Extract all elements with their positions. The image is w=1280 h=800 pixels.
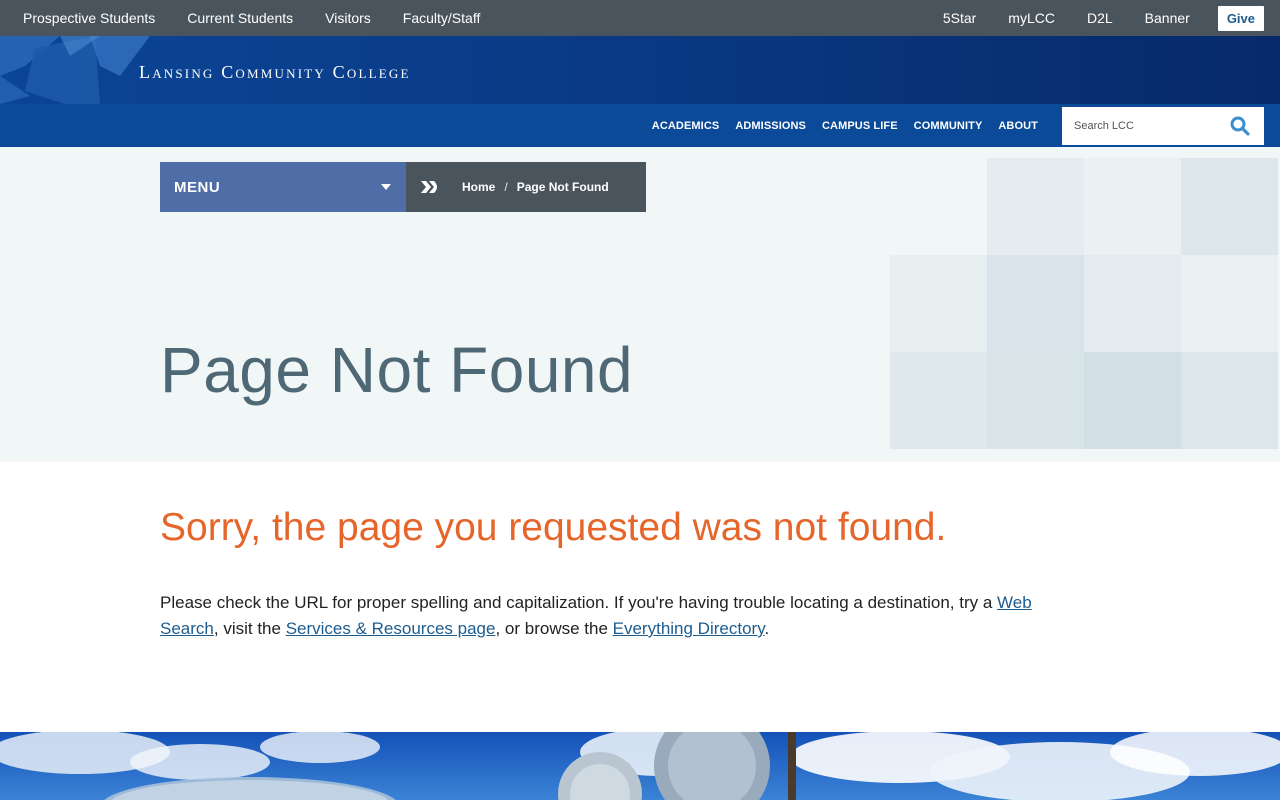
nav-academics[interactable]: ACADEMICS [652, 120, 720, 132]
audience-links: Prospective Students Current Students Vi… [0, 10, 512, 26]
message-text: , or browse the [495, 619, 613, 638]
link-banner[interactable]: Banner [1145, 10, 1190, 26]
menu-button[interactable]: MENU [160, 162, 406, 212]
hero-section: MENU Home / Page Not Found Page Not Foun… [0, 147, 1280, 462]
college-name[interactable]: Lansing Community College [139, 62, 411, 83]
breadcrumb-current: Page Not Found [516, 180, 609, 194]
main-content: Sorry, the page you requested was not fo… [160, 506, 1090, 642]
brand-bar: Lansing Community College [0, 36, 1280, 104]
link-d2l[interactable]: D2L [1087, 10, 1113, 26]
menu-label: MENU [174, 178, 221, 196]
link-mylcc[interactable]: myLCC [1008, 10, 1055, 26]
search-input[interactable] [1074, 119, 1214, 132]
breadcrumb: Home / Page Not Found [406, 162, 646, 212]
link-visitors[interactable]: Visitors [325, 10, 371, 26]
services-resources-link[interactable]: Services & Resources page [286, 619, 496, 638]
main-nav: ACADEMICS ADMISSIONS CAMPUS LIFE COMMUNI… [0, 104, 1280, 147]
quick-links: 5Star myLCC D2L Banner Give [943, 5, 1280, 31]
page-title: Page Not Found [160, 334, 634, 406]
nav-admissions[interactable]: ADMISSIONS [735, 120, 806, 132]
everything-directory-link[interactable]: Everything Directory [613, 619, 765, 638]
link-5star[interactable]: 5Star [943, 10, 976, 26]
message-text: . [764, 619, 770, 638]
breadcrumb-home[interactable]: Home [462, 180, 495, 194]
double-arrow-icon [420, 180, 442, 194]
nav-campus-life[interactable]: CAMPUS LIFE [822, 120, 898, 132]
link-current-students[interactable]: Current Students [187, 10, 293, 26]
message-text: Please check the URL for proper spelling… [160, 593, 998, 612]
nav-about[interactable]: ABOUT [998, 120, 1038, 132]
error-heading: Sorry, the page you requested was not fo… [160, 506, 947, 549]
link-prospective-students[interactable]: Prospective Students [23, 10, 155, 26]
search-box [1062, 106, 1264, 145]
link-faculty-staff[interactable]: Faculty/Staff [403, 10, 481, 26]
campus-banner-image [0, 732, 1280, 800]
chevron-down-icon [380, 183, 392, 191]
breadcrumb-separator: / [504, 180, 508, 194]
search-icon[interactable] [1230, 116, 1250, 136]
give-button[interactable]: Give [1217, 5, 1264, 31]
error-message: Please check the URL for proper spelling… [160, 590, 1090, 642]
message-text: , visit the [213, 619, 286, 638]
nav-community[interactable]: COMMUNITY [914, 120, 983, 132]
decorative-tiles [890, 158, 1280, 450]
utility-bar: Prospective Students Current Students Vi… [0, 0, 1280, 36]
